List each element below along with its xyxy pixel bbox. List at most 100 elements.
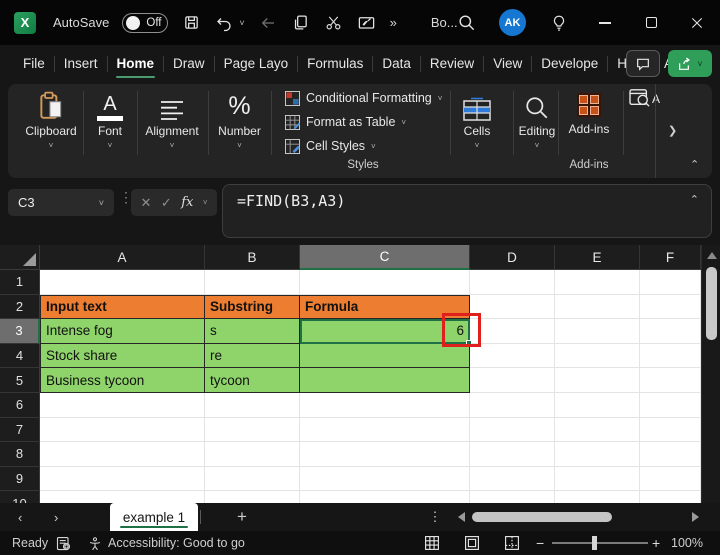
cell-C10[interactable] <box>300 491 470 503</box>
zoom-level[interactable]: 100% <box>671 531 703 555</box>
cell-A7[interactable] <box>40 418 205 443</box>
row-header-5[interactable]: 5 <box>0 368 40 393</box>
accessibility-status[interactable]: Accessibility: Good to go <box>108 531 245 555</box>
row-header-4[interactable]: 4 <box>0 344 40 369</box>
accessibility-icon[interactable] <box>88 531 102 555</box>
row-header-8[interactable]: 8 <box>0 442 40 467</box>
undo-icon[interactable] <box>214 13 234 33</box>
normal-view-icon[interactable] <box>424 531 440 555</box>
cell-A3[interactable]: Intense fog <box>40 319 205 344</box>
format-as-table-button[interactable]: Format as Table˅ <box>285 114 406 130</box>
page-layout-view-icon[interactable] <box>464 531 480 555</box>
cell-B10[interactable] <box>205 491 300 503</box>
ink-editor-icon[interactable] <box>357 13 377 33</box>
cell-E6[interactable] <box>555 393 640 418</box>
tab-formulas[interactable]: Formulas <box>298 45 372 82</box>
row-header-9[interactable]: 9 <box>0 467 40 492</box>
cell-F7[interactable] <box>640 418 701 443</box>
cell-A5[interactable]: Business tycoon <box>40 368 205 393</box>
row-header-2[interactable]: 2 <box>0 295 40 320</box>
cell-D1[interactable] <box>470 270 555 295</box>
cell-C5[interactable] <box>300 368 470 393</box>
cell-C2[interactable]: Formula <box>300 295 470 320</box>
column-header-B[interactable]: B <box>205 245 300 270</box>
cell-D4[interactable] <box>470 344 555 369</box>
vertical-scroll-thumb[interactable] <box>706 267 717 340</box>
row-header-10[interactable]: 10 <box>0 491 40 503</box>
tab-review[interactable]: Review <box>421 45 483 82</box>
lightbulb-icon[interactable] <box>536 13 582 33</box>
prev-sheet-icon[interactable]: ‹ <box>18 503 22 531</box>
cancel-entry-icon[interactable]: ✕ <box>140 195 151 211</box>
cell-E9[interactable] <box>555 467 640 492</box>
cell-styles-button[interactable]: Cell Styles˅ <box>285 138 376 154</box>
column-header-A[interactable]: A <box>40 245 205 270</box>
cell-D2[interactable] <box>470 295 555 320</box>
cell-E10[interactable] <box>555 491 640 503</box>
autosave-toggle[interactable]: Off <box>122 13 168 33</box>
confirm-entry-icon[interactable]: ✓ <box>161 195 172 211</box>
cell-D7[interactable] <box>470 418 555 443</box>
tab-insert[interactable]: Insert <box>55 45 107 82</box>
zoom-slider-track[interactable] <box>552 542 648 544</box>
collapse-ribbon-icon[interactable]: ⌃ <box>690 158 699 171</box>
tab-page-layo[interactable]: Page Layo <box>215 45 298 82</box>
row-header-1[interactable]: 1 <box>0 270 40 295</box>
cell-C4[interactable] <box>300 344 470 369</box>
cell-B3[interactable]: s <box>205 319 300 344</box>
add-sheet-button[interactable]: + <box>232 503 252 531</box>
cell-F10[interactable] <box>640 491 701 503</box>
cell-F1[interactable] <box>640 270 701 295</box>
cell-B1[interactable] <box>205 270 300 295</box>
cell-F2[interactable] <box>640 295 701 320</box>
row-header-3[interactable]: 3 <box>0 319 40 344</box>
next-sheet-icon[interactable]: › <box>54 503 58 531</box>
tab-data[interactable]: Data <box>373 45 420 82</box>
cell-B7[interactable] <box>205 418 300 443</box>
tab-develope[interactable]: Develope <box>532 45 607 82</box>
scroll-left-icon[interactable] <box>458 512 465 522</box>
close-button[interactable] <box>674 0 720 45</box>
insert-function-icon[interactable]: fx <box>181 195 193 210</box>
cell-F4[interactable] <box>640 344 701 369</box>
zoom-slider-handle[interactable] <box>592 536 597 550</box>
tab-view[interactable]: View <box>484 45 531 82</box>
cell-B4[interactable]: re <box>205 344 300 369</box>
ribbon-more-chevron-icon[interactable]: ❯ <box>668 124 677 137</box>
conditional-formatting-button[interactable]: Conditional Formatting˅ <box>285 90 442 106</box>
cell-B6[interactable] <box>205 393 300 418</box>
scroll-right-icon[interactable] <box>692 512 699 522</box>
cell-C9[interactable] <box>300 467 470 492</box>
cell-A8[interactable] <box>40 442 205 467</box>
quick-access-overflow-icon[interactable]: » <box>390 15 396 30</box>
cell-E3[interactable] <box>555 319 640 344</box>
cell-C8[interactable] <box>300 442 470 467</box>
column-header-D[interactable]: D <box>470 245 555 270</box>
cell-A2[interactable]: Input text <box>40 295 205 320</box>
cell-F8[interactable] <box>640 442 701 467</box>
cell-B8[interactable] <box>205 442 300 467</box>
zoom-out-button[interactable]: − <box>536 531 544 555</box>
cell-D10[interactable] <box>470 491 555 503</box>
name-box[interactable]: C3 ˅ <box>8 189 114 216</box>
sheet-tab-active[interactable]: example 1 <box>110 503 198 531</box>
cell-C7[interactable] <box>300 418 470 443</box>
cell-A4[interactable]: Stock share <box>40 344 205 369</box>
cell-E1[interactable] <box>555 270 640 295</box>
clipboard-group-button[interactable]: Clipboard ˅ <box>20 89 82 150</box>
cell-E2[interactable] <box>555 295 640 320</box>
row-header-7[interactable]: 7 <box>0 418 40 443</box>
horizontal-scroll-thumb[interactable] <box>472 512 612 522</box>
macro-record-icon[interactable] <box>56 531 71 555</box>
tab-home[interactable]: Home <box>108 45 164 82</box>
cell-B2[interactable]: Substring <box>205 295 300 320</box>
cut-icon[interactable] <box>324 13 344 33</box>
cell-C6[interactable] <box>300 393 470 418</box>
tab-draw[interactable]: Draw <box>164 45 214 82</box>
save-icon[interactable] <box>181 13 201 33</box>
cell-F5[interactable] <box>640 368 701 393</box>
fx-chevron-icon[interactable]: ˅ <box>203 198 208 207</box>
comments-button[interactable] <box>626 50 660 77</box>
alignment-group-button[interactable]: Alignment ˅ <box>141 89 203 150</box>
select-all-corner[interactable] <box>0 245 40 270</box>
